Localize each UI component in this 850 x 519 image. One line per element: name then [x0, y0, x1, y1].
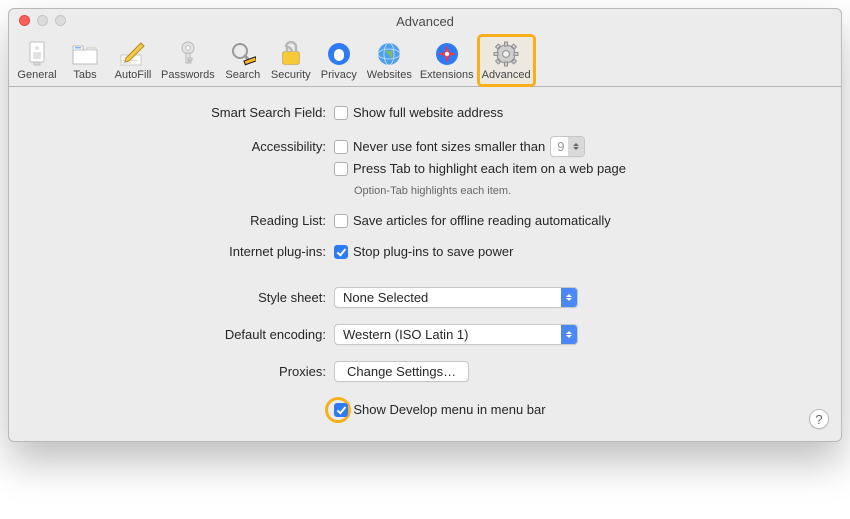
press-tab-checkbox[interactable] [334, 162, 348, 176]
style-sheet-label: Style sheet: [49, 290, 334, 305]
default-encoding-label: Default encoding: [49, 327, 334, 342]
tab-label: Privacy [321, 69, 357, 81]
close-window-button[interactable] [19, 15, 30, 26]
tab-label: Extensions [420, 69, 474, 81]
passwords-icon [177, 39, 199, 69]
change-settings-button[interactable]: Change Settings… [334, 361, 469, 382]
min-font-size-select[interactable]: 9 [550, 136, 585, 157]
press-tab-label: Press Tab to highlight each item on a we… [353, 161, 626, 176]
proxies-label: Proxies: [49, 364, 334, 379]
chevron-updown-icon [561, 288, 577, 307]
websites-icon [376, 39, 402, 69]
tab-autofill[interactable]: AutoFill [109, 35, 157, 86]
tab-label: Websites [367, 69, 412, 81]
accessibility-subnote: Option-Tab highlights each item. [354, 185, 646, 197]
tab-privacy[interactable]: Privacy [315, 35, 363, 86]
gear-icon [493, 39, 519, 69]
min-font-size-label: Never use font sizes smaller than [353, 139, 545, 154]
save-offline-checkbox[interactable] [334, 214, 348, 228]
titlebar: Advanced [9, 9, 841, 33]
default-encoding-select[interactable]: Western (ISO Latin 1) [334, 324, 578, 345]
tab-passwords[interactable]: Passwords [157, 35, 219, 86]
show-full-url-checkbox[interactable] [334, 106, 348, 120]
tab-label: Security [271, 69, 311, 81]
preferences-toolbar: General Tabs AutoFill Passwords [9, 33, 841, 87]
chevron-updown-icon [568, 137, 584, 156]
show-develop-menu-label: Show Develop menu in menu bar [353, 402, 545, 417]
tabs-icon [71, 39, 99, 69]
window-title: Advanced [19, 14, 831, 29]
tab-advanced[interactable]: Advanced [478, 35, 535, 86]
smart-search-label: Smart Search Field: [49, 105, 334, 120]
tab-label: Passwords [161, 69, 215, 81]
show-develop-menu-checkbox[interactable] [334, 403, 348, 417]
tab-websites[interactable]: Websites [363, 35, 416, 86]
content-area: Smart Search Field: Show full website ad… [9, 87, 841, 441]
tab-label: General [17, 69, 56, 81]
style-sheet-select[interactable]: None Selected [334, 287, 578, 308]
help-button[interactable]: ? [809, 409, 829, 429]
stop-plugins-checkbox[interactable] [334, 245, 348, 259]
save-offline-label: Save articles for offline reading automa… [353, 213, 611, 228]
tab-label: Advanced [482, 69, 531, 81]
tab-extensions[interactable]: Extensions [416, 35, 478, 86]
privacy-icon [326, 39, 352, 69]
plugins-label: Internet plug-ins: [49, 244, 334, 259]
tab-general[interactable]: General [13, 35, 61, 86]
search-icon [230, 39, 256, 69]
tab-search[interactable]: Search [219, 35, 267, 86]
stop-plugins-label: Stop plug-ins to save power [353, 244, 513, 259]
tab-label: AutoFill [115, 69, 152, 81]
accessibility-label: Accessibility: [49, 139, 334, 154]
tab-security[interactable]: Security [267, 35, 315, 86]
tab-label: Tabs [73, 69, 96, 81]
security-icon [280, 39, 302, 69]
show-full-url-label: Show full website address [353, 105, 503, 120]
minimize-window-button[interactable] [37, 15, 48, 26]
tab-tabs[interactable]: Tabs [61, 35, 109, 86]
tab-label: Search [225, 69, 260, 81]
reading-list-label: Reading List: [49, 213, 334, 228]
chevron-updown-icon [561, 325, 577, 344]
general-icon [25, 39, 49, 69]
min-font-size-checkbox[interactable] [334, 140, 348, 154]
preferences-window: Advanced General Tabs AutoFill [8, 8, 842, 442]
maximize-window-button[interactable] [55, 15, 66, 26]
autofill-icon [119, 39, 147, 69]
extensions-icon [434, 39, 460, 69]
